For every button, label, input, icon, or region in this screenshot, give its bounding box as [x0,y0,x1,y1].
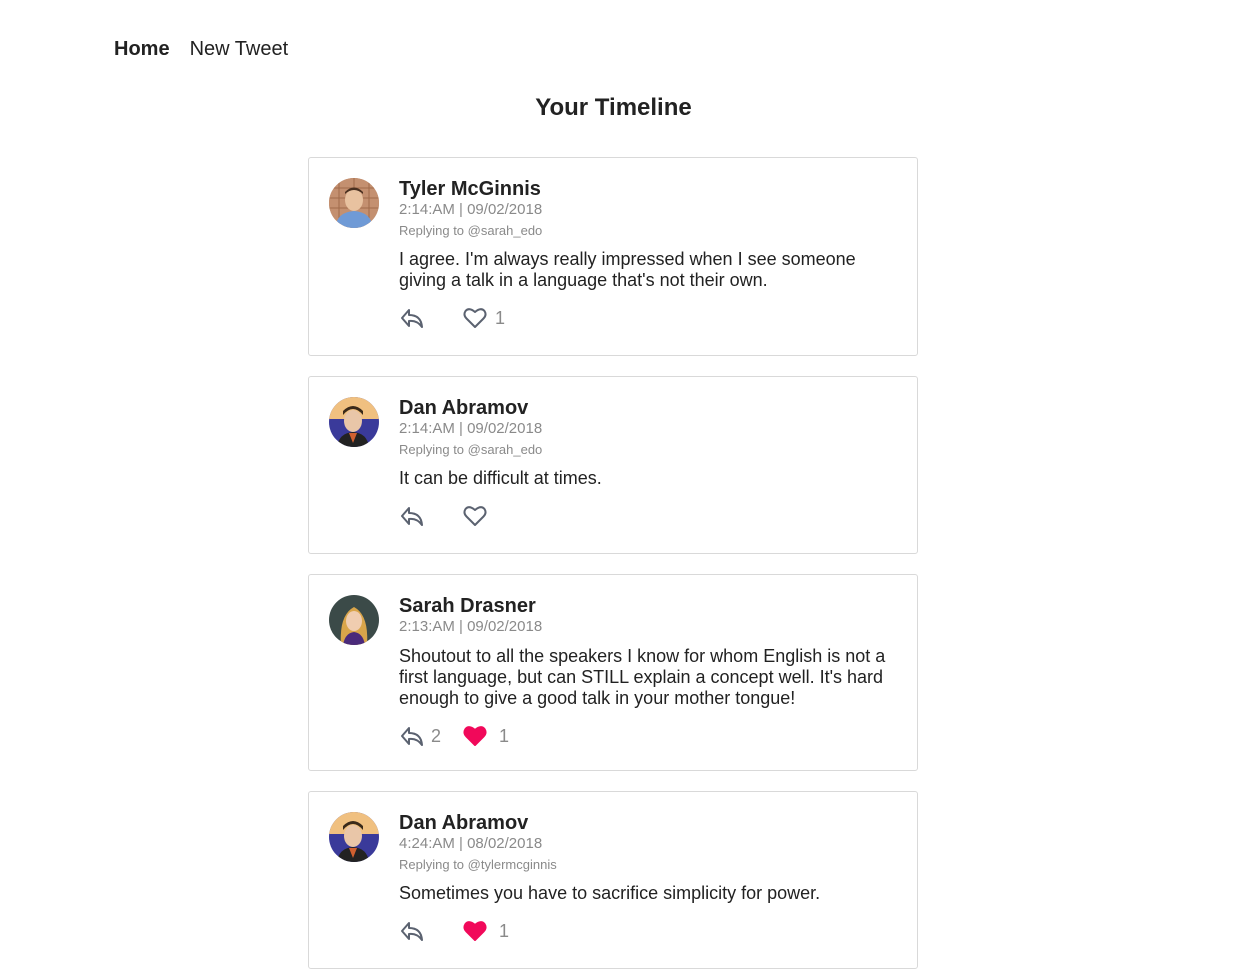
reply-icon [399,307,425,329]
heart-filled-icon [463,920,487,942]
tweet-author: Dan Abramov [399,812,529,834]
tweet-replying-to: Replying to @tylermcginnis [399,857,557,872]
tweet-card[interactable]: Tyler McGinnis 2:14:AM | 09/02/2018 Repl… [308,157,918,356]
tweet-timestamp: 2:13:AM | 09/02/2018 [399,618,543,635]
like-button[interactable] [463,505,487,527]
tweet-author: Sarah Drasner [399,595,536,617]
reply-count: 2 [431,725,442,746]
avatar [329,178,379,228]
like-count: 1 [499,920,510,941]
tweet-card[interactable]: Dan Abramov 4:24:AM | 08/02/2018 Replyin… [308,791,918,969]
reply-button[interactable] [399,920,463,942]
tweet-timestamp: 2:14:AM | 09/02/2018 [399,420,543,437]
like-button[interactable]: 1 [463,920,509,942]
tweet-card[interactable]: Dan Abramov 2:14:AM | 09/02/2018 Replyin… [308,376,918,554]
tweet-text: Shoutout to all the speakers I know for … [399,646,886,708]
tweet-actions: 1 [399,918,897,944]
tweet-text: Sometimes you have to sacrifice simplici… [399,883,821,903]
reply-icon [399,725,425,747]
tweet-replying-to: Replying to @sarah_edo [399,442,543,457]
tweet-card[interactable]: Sarah Drasner 2:13:AM | 09/02/2018 Shout… [308,574,918,771]
tweet-actions [399,503,897,529]
heart-outline-icon [463,505,487,527]
tweet-author: Dan Abramov [399,397,529,419]
like-button[interactable]: 1 [463,307,505,329]
tweet-text: I agree. I'm always really impressed whe… [399,249,856,290]
reply-icon [399,505,425,527]
reply-button[interactable] [399,307,463,329]
tweet-timestamp: 4:24:AM | 08/02/2018 [399,835,543,852]
tweet-actions: 1 [399,305,897,331]
top-nav: Home New Tweet [114,38,288,61]
nav-home-link[interactable]: Home [114,38,170,61]
avatar [329,595,379,645]
reply-button[interactable] [399,505,463,527]
nav-new-tweet-link[interactable]: New Tweet [190,38,289,61]
like-count: 1 [499,725,510,746]
heart-outline-icon [463,307,487,329]
tweet-actions: 2 1 [399,723,897,749]
tweet-text: It can be difficult at times. [399,468,602,488]
reply-button[interactable]: 2 [399,725,463,747]
tweet-timestamp: 2:14:AM | 09/02/2018 [399,201,543,218]
reply-icon [399,920,425,942]
avatar [329,397,379,447]
tweet-author: Tyler McGinnis [399,178,541,200]
like-count: 1 [495,307,506,328]
heart-filled-icon [463,725,487,747]
avatar [329,812,379,862]
like-button[interactable]: 1 [463,725,509,747]
page-title: Your Timeline [535,94,692,121]
tweet-replying-to: Replying to @sarah_edo [399,223,543,238]
